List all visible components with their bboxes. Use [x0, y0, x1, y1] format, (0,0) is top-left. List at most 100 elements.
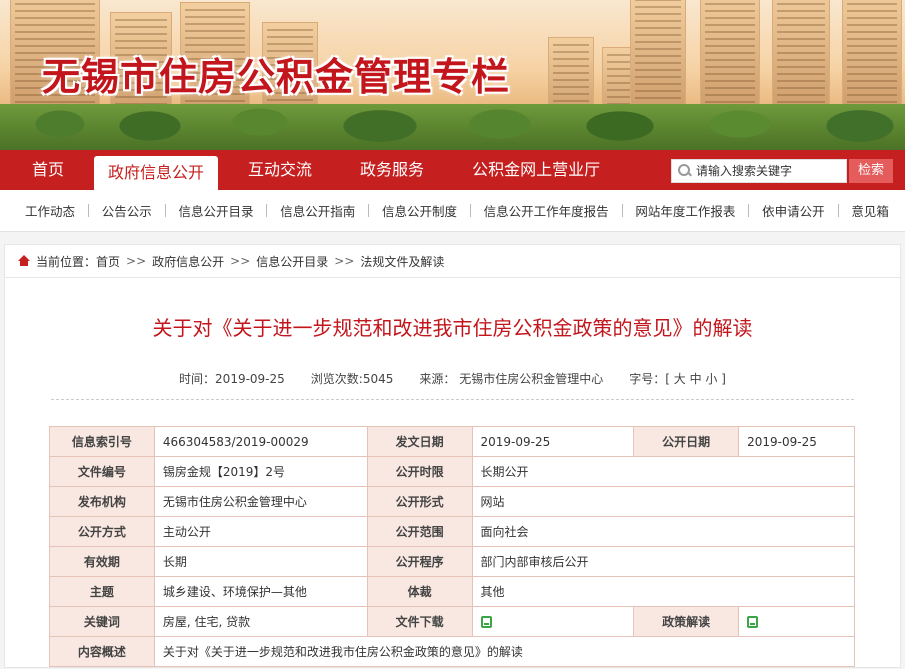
font-size-large[interactable]: 大 [674, 372, 686, 386]
search-field-wrap [671, 159, 847, 183]
nav-interaction[interactable]: 互动交流 [224, 150, 336, 190]
cell-label: 文件下载 [366, 606, 473, 637]
nav-home[interactable]: 首页 [8, 150, 88, 190]
breadcrumb-separator: >> [334, 254, 355, 268]
subnav-feedback[interactable]: 意见箱 [851, 201, 889, 220]
tree-line-graphic [0, 104, 905, 150]
cell-value: 主动公开 [153, 516, 368, 547]
cell-value: 关于对《关于进一步规范和改进我市住房公积金政策的意见》的解读 [153, 636, 856, 667]
search-button[interactable]: 检索 [849, 159, 893, 183]
cell-value: 2019-09-25 [471, 426, 635, 457]
cell-value: 长期 [153, 546, 368, 577]
breadcrumb-label: 当前位置： [36, 254, 97, 269]
table-row: 公开方式 主动公开 公开范围 面向社会 [49, 516, 855, 547]
font-size-label: 字号：[ [629, 372, 670, 386]
article-meta: 时间：2019-09-25 浏览次数:5045 来源： 无锡市住房公积金管理中心… [5, 370, 900, 387]
subnav-info-system[interactable]: 信息公开制度 [382, 201, 457, 220]
cell-value: 无锡市住房公积金管理中心 [153, 486, 368, 517]
cell-label: 公开形式 [366, 486, 473, 517]
breadcrumb-regulations[interactable]: 法规文件及解读 [360, 253, 444, 270]
meta-views: 浏览次数:5045 [310, 372, 394, 386]
font-size-medium[interactable]: 中 [690, 372, 702, 386]
article-title: 关于对《关于进一步规范和改进我市住房公积金政策的意见》的解读 [152, 316, 753, 340]
cell-value: 城乡建设、环境保护—其他 [153, 576, 368, 607]
dashed-divider [51, 399, 854, 400]
cell-label: 政策解读 [633, 606, 740, 637]
cell-label: 文件编号 [49, 456, 155, 487]
meta-source: 来源： 无锡市住房公积金管理中心 [419, 372, 604, 386]
cell-value [471, 606, 635, 637]
cell-value: 长期公开 [471, 456, 855, 487]
site-title: 无锡市住房公积金管理专栏 [42, 54, 511, 99]
breadcrumb-separator: >> [126, 254, 147, 268]
table-row: 内容概述 关于对《关于进一步规范和改进我市住房公积金政策的意见》的解读 [49, 636, 856, 667]
cell-value: 466304583/2019-00029 [153, 426, 368, 457]
search-input[interactable] [696, 164, 844, 178]
font-size-close: ] [721, 372, 726, 386]
subnav-apply-disclosure[interactable]: 依申请公开 [762, 201, 825, 220]
subnav-website-report[interactable]: 网站年度工作报表 [635, 201, 735, 220]
table-row: 关键词 房屋, 住宅, 贷款 文件下载 政策解读 [49, 606, 855, 637]
divider [621, 204, 623, 217]
cell-label: 公开程序 [366, 546, 473, 577]
article-panel: 关于对《关于进一步规范和改进我市住房公积金政策的意见》的解读 时间：2019-0… [4, 278, 901, 668]
nav-gov-services[interactable]: 政务服务 [336, 150, 448, 190]
breadcrumb-info-catalog[interactable]: 信息公开目录 [256, 253, 328, 270]
breadcrumb-home[interactable]: 首页 [96, 253, 120, 270]
cell-label: 发文日期 [366, 426, 473, 457]
meta-font-size: 字号：[ 大 中 小 ] [629, 370, 726, 387]
header-banner: 无锡市住房公积金管理专栏 [0, 0, 905, 150]
cell-label: 公开范围 [366, 516, 473, 547]
cell-value: 锡房金规【2019】2号 [153, 456, 368, 487]
subnav-annual-report[interactable]: 信息公开工作年度报告 [484, 201, 609, 220]
file-download-icon[interactable] [480, 616, 492, 628]
table-row: 发布机构 无锡市住房公积金管理中心 公开形式 网站 [49, 486, 855, 517]
cell-label: 公开时限 [366, 456, 473, 487]
cell-label: 信息索引号 [49, 426, 155, 457]
nav-online-hall[interactable]: 公积金网上营业厅 [448, 150, 624, 190]
table-row: 文件编号 锡房金规【2019】2号 公开时限 长期公开 [49, 456, 855, 487]
font-size-small[interactable]: 小 [705, 372, 717, 386]
sub-nav: 工作动态 公告公示 信息公开目录 信息公开指南 信息公开制度 信息公开工作年度报… [0, 190, 905, 232]
table-row: 信息索引号 466304583/2019-00029 发文日期 2019-09-… [49, 426, 855, 457]
cell-label: 关键词 [49, 606, 155, 637]
divider [164, 204, 166, 217]
divider [87, 204, 89, 217]
cell-label: 公开方式 [49, 516, 155, 547]
meta-time: 时间：2019-09-25 [179, 372, 285, 386]
cell-label: 内容概述 [49, 636, 155, 667]
policy-download-icon[interactable] [747, 616, 759, 628]
cell-label: 发布机构 [49, 486, 155, 517]
divider [368, 204, 370, 217]
cell-value: 房屋, 住宅, 贷款 [153, 606, 368, 637]
cell-value: 网站 [471, 486, 855, 517]
divider [837, 204, 839, 217]
table-row: 有效期 长期 公开程序 部门内部审核后公开 [49, 546, 855, 577]
subnav-info-catalog[interactable]: 信息公开目录 [178, 201, 253, 220]
search-icon [678, 164, 692, 178]
subnav-work-news[interactable]: 工作动态 [25, 201, 75, 220]
breadcrumb-gov-info[interactable]: 政府信息公开 [152, 253, 224, 270]
cell-label: 公开日期 [633, 426, 740, 457]
subnav-info-guide[interactable]: 信息公开指南 [280, 201, 355, 220]
nav-gov-info[interactable]: 政府信息公开 [94, 156, 219, 190]
cell-value: 部门内部审核后公开 [471, 546, 855, 577]
table-row: 主题 城乡建设、环境保护—其他 体裁 其他 [49, 576, 855, 607]
cell-value: 2019-09-25 [738, 426, 855, 457]
divider [266, 204, 268, 217]
cell-value: 其他 [471, 576, 855, 607]
cell-label: 体裁 [366, 576, 473, 607]
breadcrumb-separator: >> [230, 254, 251, 268]
home-icon [17, 255, 31, 267]
divider [469, 204, 471, 217]
divider [748, 204, 750, 217]
cell-value: 面向社会 [471, 516, 855, 547]
breadcrumb: 当前位置： 首页 >> 政府信息公开 >> 信息公开目录 >> 法规文件及解读 [4, 244, 901, 278]
search-box: 检索 [671, 159, 893, 183]
main-nav: 首页 政府信息公开 互动交流 政务服务 公积金网上营业厅 检索 [0, 150, 905, 190]
cell-value [738, 606, 855, 637]
cell-label: 主题 [49, 576, 155, 607]
info-table: 信息索引号 466304583/2019-00029 发文日期 2019-09-… [49, 426, 856, 667]
cell-label: 有效期 [49, 546, 155, 577]
subnav-notices[interactable]: 公告公示 [102, 201, 152, 220]
